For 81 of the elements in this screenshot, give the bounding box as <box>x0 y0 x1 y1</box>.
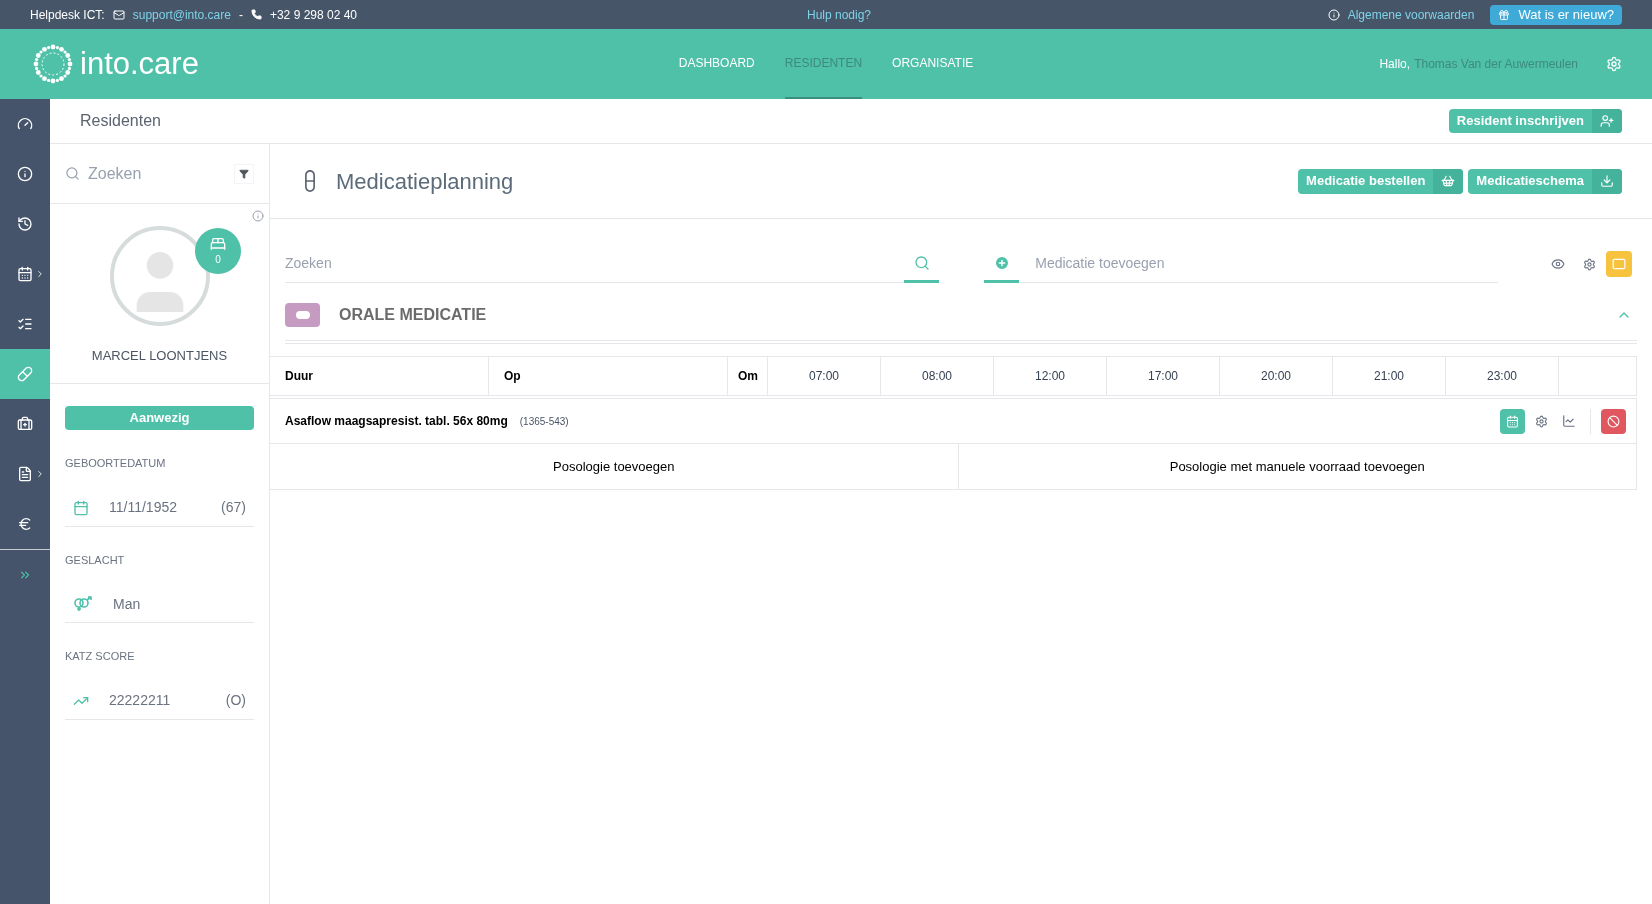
calendar-icon <box>73 499 89 516</box>
info-icon[interactable] <box>252 210 264 222</box>
separator-text: - <box>238 6 243 24</box>
column-header: 07:00 <box>768 357 881 395</box>
search-field[interactable]: Zoeken <box>285 253 905 274</box>
terms-link[interactable]: Algemene voorwaarden <box>1347 5 1475 24</box>
delete-button[interactable] <box>1601 408 1626 434</box>
helpdesk-label: Helpdesk ICT: <box>30 6 105 24</box>
nav-tab[interactable]: DASHBOARD <box>678 29 755 99</box>
history-icon <box>17 216 33 232</box>
help-link[interactable]: Hulp nodig? <box>806 5 872 24</box>
info-icon <box>1327 8 1340 21</box>
basket-icon <box>1441 174 1456 188</box>
mail-button[interactable] <box>1606 251 1632 277</box>
field-label: GEBOORTEDATUM <box>65 456 167 471</box>
field-value: 22222211 <box>109 691 171 710</box>
field-extra: (O) <box>225 691 246 710</box>
field-value: 11/11/1952 <box>109 498 177 517</box>
eye-icon[interactable] <box>1551 257 1565 271</box>
field-value: Man <box>113 594 141 614</box>
field-label: KATZ SCORE <box>65 649 136 664</box>
filter-icon <box>239 168 249 179</box>
medkit-icon <box>17 416 33 432</box>
pill-icon <box>17 366 33 382</box>
bed-count: 0 <box>215 252 221 267</box>
column-header: 12:00 <box>994 357 1107 395</box>
gift-icon <box>1498 8 1511 21</box>
chevron-icon <box>35 469 45 479</box>
status-button[interactable]: Aanwezig <box>65 406 254 430</box>
email-link[interactable]: support@into.care <box>132 5 231 24</box>
settings-icon[interactable] <box>1535 414 1548 428</box>
chart-icon[interactable] <box>1562 414 1576 428</box>
calendar-icon <box>1506 414 1519 428</box>
bed-icon <box>210 235 226 252</box>
greeting-text: Hallo, <box>1379 56 1411 73</box>
phone-icon <box>250 9 262 20</box>
filter-button[interactable] <box>234 163 254 184</box>
column-header: Duur <box>270 357 489 395</box>
logo-text: into.care <box>80 44 199 83</box>
column-header: 08:00 <box>881 357 994 395</box>
resident-name: MARCEL LOONTJENS <box>91 347 228 365</box>
field-label: GESLACHT <box>65 552 126 568</box>
mouth-icon <box>285 302 320 327</box>
settings-icon[interactable] <box>1583 257 1596 271</box>
checklist-icon <box>17 316 33 332</box>
plus-icon <box>993 254 1010 271</box>
section-heading: ORALE MEDICATIE <box>339 304 487 325</box>
search-icon <box>65 166 80 181</box>
add-medication-field[interactable]: Medicatie toevoegen <box>1035 253 1498 274</box>
calendar-button[interactable] <box>1500 408 1525 434</box>
column-header: 23:00 <box>1446 357 1559 395</box>
column-header: 20:00 <box>1220 357 1333 395</box>
action-button[interactable]: Medicatie bestellen <box>1298 168 1464 194</box>
column-header: 17:00 <box>1107 357 1220 395</box>
column-header: Op <box>489 357 728 395</box>
user-plus-icon <box>1600 114 1614 128</box>
whats-new-button[interactable]: Wat is er nieuw? <box>1490 4 1622 25</box>
posology-button[interactable]: Posologie met manuele voorraad toevoegen <box>958 444 1636 489</box>
search-icon <box>913 254 930 271</box>
page-title: Residenten <box>80 111 161 131</box>
chevron-icon <box>35 269 45 279</box>
document-icon <box>17 466 33 482</box>
phone-number: +32 9 298 02 40 <box>269 6 358 24</box>
enroll-button[interactable]: Resident inschrijven <box>1448 109 1622 133</box>
posology-button[interactable]: Posologie toevoegen <box>270 444 959 489</box>
column-header: Om <box>728 357 768 395</box>
calendar-icon <box>17 266 33 282</box>
field-extra: (67) <box>221 498 246 517</box>
action-button[interactable]: Medicatieschema <box>1468 168 1622 194</box>
gender-icon <box>73 596 93 612</box>
ban-icon <box>1607 414 1620 428</box>
medication-name: Asaflow maagsapresist. tabl. 56x 80mg <box>285 413 508 430</box>
section-title: Medicatieplanning <box>336 167 514 196</box>
column-header: 21:00 <box>1333 357 1446 395</box>
gauge-icon <box>17 116 33 132</box>
euro-icon <box>17 516 33 532</box>
search-field[interactable]: Zoeken <box>88 161 208 186</box>
info-icon <box>17 166 33 182</box>
medication-code: (1365-543) <box>519 414 569 429</box>
download-icon <box>1600 174 1614 188</box>
nav-tab[interactable]: ORGANISATIE <box>892 29 974 99</box>
